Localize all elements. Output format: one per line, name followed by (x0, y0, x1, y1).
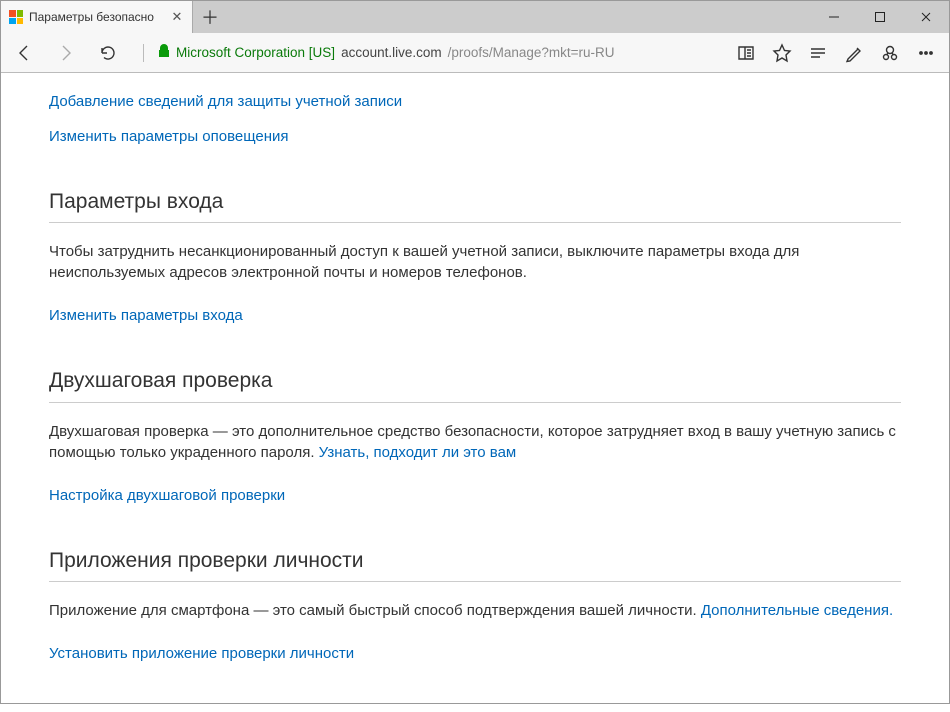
identity-apps-description: Приложение для смартфона — это самый быс… (49, 600, 901, 621)
hub-icon[interactable] (801, 36, 835, 70)
link-install-identity-app[interactable]: Установить приложение проверки личности (49, 643, 901, 664)
browser-toolbar: Microsoft Corporation [US] account.live.… (1, 33, 949, 73)
two-step-description: Двухшаговая проверка — это дополнительно… (49, 421, 901, 463)
page-content: Добавление сведений для защиты учетной з… (1, 73, 949, 712)
certificate-label: Microsoft Corporation [US] (176, 45, 335, 60)
identity-apps-text: Приложение для смартфона — это самый быс… (49, 602, 701, 619)
heading-identity-apps: Приложения проверки личности (49, 546, 901, 575)
forward-button[interactable] (49, 36, 83, 70)
link-two-step-learn[interactable]: Узнать, подходит ли это вам (319, 444, 517, 461)
new-tab-button[interactable]: ＋ (193, 1, 227, 33)
link-change-signin[interactable]: Изменить параметры входа (49, 305, 901, 326)
lock-icon (158, 44, 170, 61)
heading-two-step: Двухшаговая проверка (49, 366, 901, 395)
back-button[interactable] (7, 36, 41, 70)
close-tab-icon[interactable]: ✕ (170, 9, 184, 25)
favorites-icon[interactable] (765, 36, 799, 70)
divider (49, 222, 901, 223)
microsoft-favicon (9, 10, 23, 24)
divider (49, 581, 901, 582)
window-maximize-button[interactable] (857, 1, 903, 33)
divider (49, 402, 901, 403)
tab-title: Параметры безопасно (29, 10, 164, 24)
browser-tab[interactable]: Параметры безопасно ✕ (1, 1, 193, 33)
webnote-icon[interactable] (837, 36, 871, 70)
more-icon[interactable] (909, 36, 943, 70)
link-setup-two-step[interactable]: Настройка двухшаговой проверки (49, 485, 901, 506)
address-bar[interactable]: Microsoft Corporation [US] account.live.… (133, 37, 721, 69)
window-close-button[interactable] (903, 1, 949, 33)
heading-signin-options: Параметры входа (49, 187, 901, 216)
link-identity-more[interactable]: Дополнительные сведения. (701, 602, 893, 619)
url-path: /proofs/Manage?mkt=ru-RU (448, 45, 615, 60)
signin-description: Чтобы затруднить несанкционированный дос… (49, 241, 901, 283)
url-host: account.live.com (341, 45, 442, 60)
window-titlebar: Параметры безопасно ✕ ＋ (1, 1, 949, 33)
share-icon[interactable] (873, 36, 907, 70)
reading-view-icon[interactable] (729, 36, 763, 70)
link-add-security-info[interactable]: Добавление сведений для защиты учетной з… (49, 91, 901, 112)
link-change-alerts[interactable]: Изменить параметры оповещения (49, 126, 901, 147)
refresh-button[interactable] (91, 36, 125, 70)
window-minimize-button[interactable] (811, 1, 857, 33)
